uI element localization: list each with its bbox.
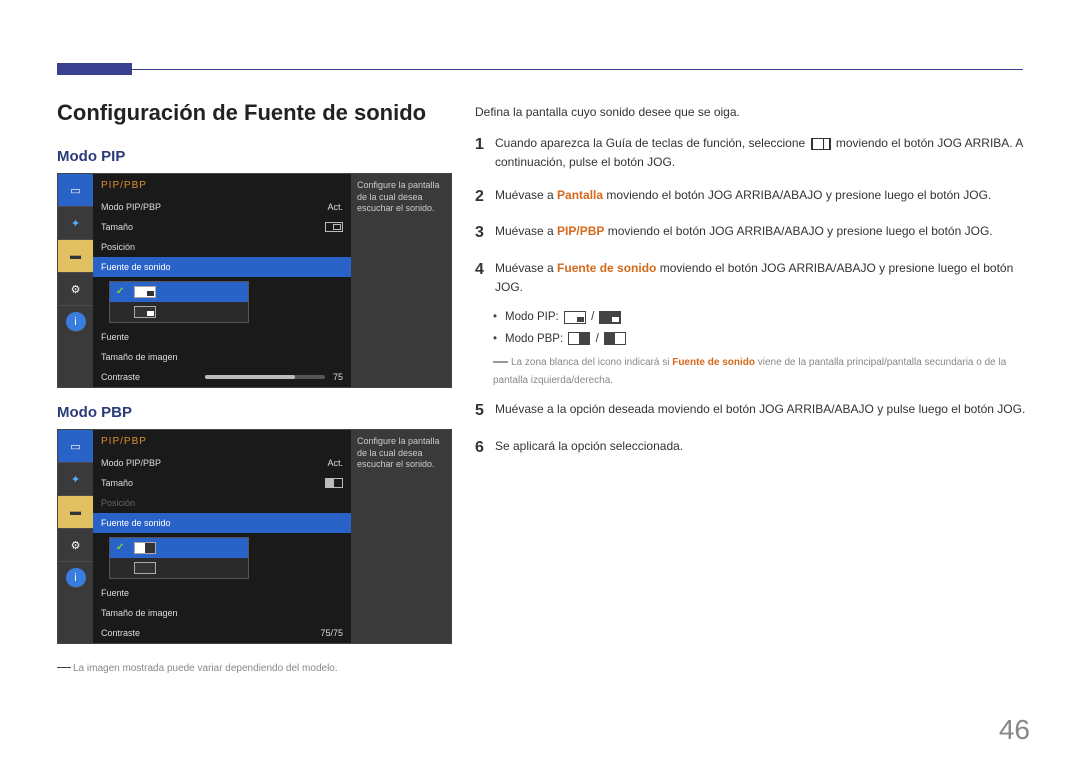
osd-sidebar: ▭ ✦ ▬ ⚙ i — [58, 430, 93, 643]
osd-row-fuente-sonido: Fuente de sonido — [93, 513, 351, 533]
check-icon: ✓ — [116, 286, 128, 298]
osd-row-tamano: Tamaño — [93, 217, 351, 237]
osd-row-tam-imagen: Tamaño de imagen — [93, 347, 351, 367]
osd-row-fuente: Fuente — [93, 583, 351, 603]
info-icon: i — [66, 568, 86, 588]
dropdown-option-sub — [110, 302, 248, 322]
osd-row-mode: Modo PIP/PBPAct. — [93, 453, 351, 473]
intro-text: Defina la pantalla cuyo sonido desee que… — [475, 103, 1035, 122]
dropdown-option-right — [110, 558, 248, 578]
bullet-modo-pip: Modo PIP: / — [493, 308, 1035, 326]
osd-header: PIP/PBP — [93, 430, 351, 453]
size-icon — [325, 222, 343, 232]
osd-row-fuente-sonido: Fuente de sonido — [93, 257, 351, 277]
pbp-right-chip-icon — [604, 332, 626, 345]
step-1: 1 Cuando aparezca la Guía de teclas de f… — [475, 132, 1035, 172]
osd-menu: PIP/PBP Modo PIP/PBPAct. Tamaño Posición… — [93, 430, 351, 643]
osd-row-posicion: Posición — [93, 237, 351, 257]
osd-dropdown: ✓ — [93, 277, 351, 327]
left-column: Configuración de Fuente de sonido Modo P… — [57, 100, 457, 674]
step-3: 3 Muévase a PIP/PBP moviendo el botón JO… — [475, 220, 1035, 246]
check-icon: ✓ — [116, 542, 128, 554]
contrast-slider — [205, 375, 325, 379]
mode-pbp-heading: Modo PBP — [57, 404, 457, 421]
osd-row-contraste: Contraste75 — [93, 367, 351, 387]
monitor-icon: ▭ — [58, 174, 93, 207]
step-5: 5 Muévase a la opción deseada moviendo e… — [475, 398, 1035, 424]
osd-row-tamano: Tamaño — [93, 473, 351, 493]
size-icon — [325, 478, 343, 488]
icon-explanation-note: ―La zona blanca del icono indicará si Fu… — [493, 351, 1035, 389]
osd-help-text: Configure la pantalla de la cual desea e… — [351, 174, 451, 387]
mode-pip-heading: Modo PIP — [57, 148, 457, 165]
osd-dropdown: ✓ — [93, 533, 351, 583]
osd-row-tam-imagen: Tamaño de imagen — [93, 603, 351, 623]
osd-row-fuente: Fuente — [93, 327, 351, 347]
function-key-icon — [811, 138, 831, 150]
pip-main-icon — [134, 286, 156, 298]
step-4: 4 Muévase a Fuente de sonido moviendo el… — [475, 257, 1035, 297]
bullet-modo-pbp: Modo PBP: / — [493, 330, 1035, 348]
step-6: 6 Se aplicará la opción seleccionada. — [475, 435, 1035, 461]
gear-icon: ⚙ — [58, 529, 93, 562]
info-icon: i — [66, 312, 86, 332]
image-footnote: ―La imagen mostrada puede variar dependi… — [57, 658, 457, 674]
dpad-icon: ✦ — [58, 207, 93, 240]
monitor-icon: ▭ — [58, 430, 93, 463]
osd-screenshot-pbp: ▭ ✦ ▬ ⚙ i PIP/PBP Modo PIP/PBPAct. Tamañ… — [57, 429, 452, 644]
osd-row-posicion: Posición — [93, 493, 351, 513]
osd-row-contraste: Contraste75/75 — [93, 623, 351, 643]
card-icon: ▬ — [58, 496, 93, 529]
page-number: 46 — [999, 714, 1030, 746]
osd-row-mode: Modo PIP/PBPAct. — [93, 197, 351, 217]
card-icon: ▬ — [58, 240, 93, 273]
pip-main-chip-icon — [564, 311, 586, 324]
osd-header: PIP/PBP — [93, 174, 351, 197]
osd-screenshot-pip: ▭ ✦ ▬ ⚙ i PIP/PBP Modo PIP/PBPAct. Tamañ… — [57, 173, 452, 388]
osd-menu: PIP/PBP Modo PIP/PBPAct. Tamaño Posición… — [93, 174, 351, 387]
pbp-left-icon — [134, 542, 156, 554]
right-column: Defina la pantalla cuyo sonido desee que… — [475, 103, 1035, 472]
step-2: 2 Muévase a Pantalla moviendo el botón J… — [475, 184, 1035, 210]
pip-sub-icon — [134, 306, 156, 318]
dpad-icon: ✦ — [58, 463, 93, 496]
pbp-right-icon — [134, 562, 156, 574]
dropdown-option-left: ✓ — [110, 538, 248, 558]
gear-icon: ⚙ — [58, 273, 93, 306]
pip-sub-chip-icon — [599, 311, 621, 324]
section-title: Configuración de Fuente de sonido — [57, 100, 457, 126]
osd-sidebar: ▭ ✦ ▬ ⚙ i — [58, 174, 93, 387]
mode-icon-list: Modo PIP: / Modo PBP: / — [493, 308, 1035, 348]
header-rule — [57, 69, 1023, 70]
osd-help-text: Configure la pantalla de la cual desea e… — [351, 430, 451, 643]
dropdown-option-main: ✓ — [110, 282, 248, 302]
pbp-left-chip-icon — [568, 332, 590, 345]
